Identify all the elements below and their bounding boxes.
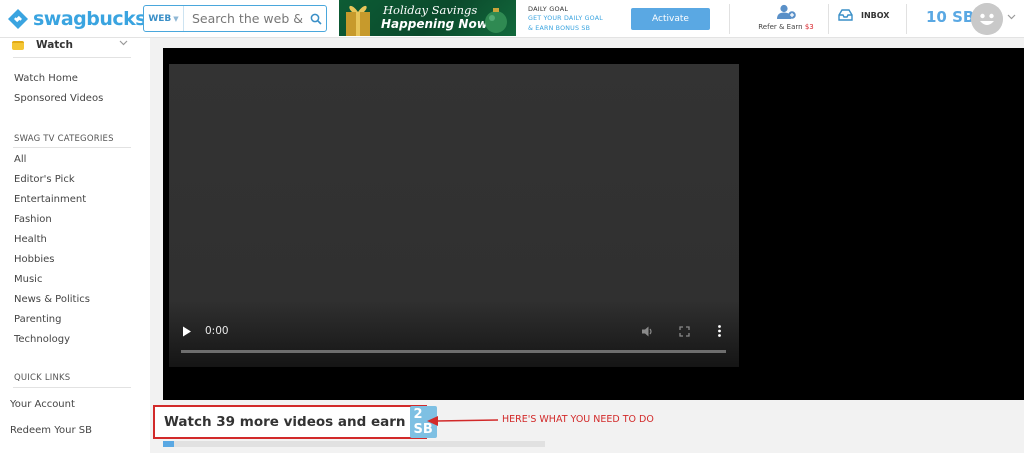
gift-icon <box>346 5 370 36</box>
category-entertainment[interactable]: Entertainment <box>14 194 86 205</box>
video-time: 0:00 <box>205 325 229 337</box>
category-health[interactable]: Health <box>14 234 47 245</box>
chevron-down-icon: ▼ <box>173 14 179 23</box>
refer-amount: $3 <box>804 23 814 31</box>
earn-goal-progress-fill <box>163 441 175 447</box>
quick-link-redeem-sb[interactable]: Redeem Your SB <box>10 425 92 436</box>
holiday-banner[interactable]: Holiday Savings Happening Now! <box>339 0 516 36</box>
search-input[interactable] <box>184 6 306 31</box>
header-divider <box>906 4 907 34</box>
avatar-icon[interactable] <box>971 3 1003 35</box>
category-music[interactable]: Music <box>14 274 42 285</box>
fullscreen-icon[interactable] <box>679 326 690 337</box>
daily-goal-title: DAILY GOAL <box>528 5 569 13</box>
header-divider <box>729 4 730 34</box>
category-news-politics[interactable]: News & Politics <box>14 294 90 305</box>
category-parenting[interactable]: Parenting <box>14 314 61 325</box>
search-icon[interactable] <box>306 13 326 25</box>
daily-goal-line2: & EARN BONUS SB <box>528 25 591 32</box>
banner-line2: Happening Now! <box>381 17 494 31</box>
sidebar-link-watch-home[interactable]: Watch Home <box>14 73 78 84</box>
play-icon[interactable] <box>182 326 192 337</box>
banner-line1: Holiday Savings <box>383 3 478 17</box>
search-scope-label: WEB <box>148 13 172 24</box>
sidebar-divider <box>13 147 131 148</box>
header-divider <box>828 4 829 34</box>
categories-title: SWAG TV CATEGORIES <box>14 134 114 144</box>
refer-text: Refer & Earn <box>758 23 803 31</box>
volume-icon[interactable] <box>641 326 654 337</box>
earn-goal-progress-bar <box>163 441 545 447</box>
ornament-icon <box>485 8 507 33</box>
earn-goal-box: Watch 39 more videos and earn 2 SB <box>153 405 437 439</box>
daily-goal: DAILY GOAL GET YOUR DAILY GOAL & EARN BO… <box>528 4 628 34</box>
logo-text: swagbucks <box>33 8 147 30</box>
category-all[interactable]: All <box>14 154 26 165</box>
chevron-down-icon <box>119 40 128 46</box>
sidebar-divider <box>13 57 131 58</box>
more-options-icon[interactable] <box>717 325 722 337</box>
video-progress-bar[interactable] <box>181 350 726 353</box>
page: swagbucks WEB ▼ Holiday Savings Happenin… <box>0 0 1024 453</box>
watch-dropdown[interactable]: Watch <box>12 36 132 54</box>
quick-link-your-account[interactable]: Your Account <box>10 399 75 410</box>
sidebar-divider <box>13 387 131 388</box>
refer-earn-button[interactable]: Refer & Earn $3 <box>754 2 818 36</box>
watch-dropdown-label: Watch <box>36 39 74 51</box>
category-hobbies[interactable]: Hobbies <box>14 254 54 265</box>
swagbucks-logo[interactable]: swagbucks <box>6 6 147 32</box>
daily-goal-line1: GET YOUR DAILY GOAL <box>528 15 603 22</box>
earn-goal-text: Watch 39 more videos and earn <box>164 414 406 430</box>
sidebar-link-sponsored-videos[interactable]: Sponsored Videos <box>14 93 103 104</box>
category-fashion[interactable]: Fashion <box>14 214 52 225</box>
category-technology[interactable]: Technology <box>14 334 70 345</box>
search-scope-dropdown[interactable]: WEB ▼ <box>144 6 184 31</box>
refer-earn-label: Refer & Earn $3 <box>754 23 818 31</box>
video-area[interactable] <box>169 64 739 367</box>
swagbucks-logo-icon <box>8 9 28 29</box>
tv-icon <box>12 40 24 50</box>
inbox-label: INBOX <box>861 10 890 20</box>
chevron-down-icon[interactable] <box>1007 14 1016 20</box>
category-editors-pick[interactable]: Editor's Pick <box>14 174 75 185</box>
sb-balance[interactable]: 10 SB <box>926 8 974 26</box>
inbox-button[interactable]: INBOX <box>838 9 889 21</box>
refer-earn-icon <box>777 4 796 19</box>
inbox-icon <box>838 9 853 21</box>
search-box: WEB ▼ <box>143 5 327 32</box>
top-header: swagbucks WEB ▼ Holiday Savings Happenin… <box>0 0 1024 38</box>
sidebar: Watch Watch Home Sponsored Videos SWAG T… <box>0 38 150 453</box>
annotation-note: HERE'S WHAT YOU NEED TO DO <box>502 414 654 425</box>
annotation-arrow-icon <box>427 416 499 426</box>
activate-button[interactable]: Activate <box>631 8 710 30</box>
quick-links-title: QUICK LINKS <box>14 373 71 383</box>
